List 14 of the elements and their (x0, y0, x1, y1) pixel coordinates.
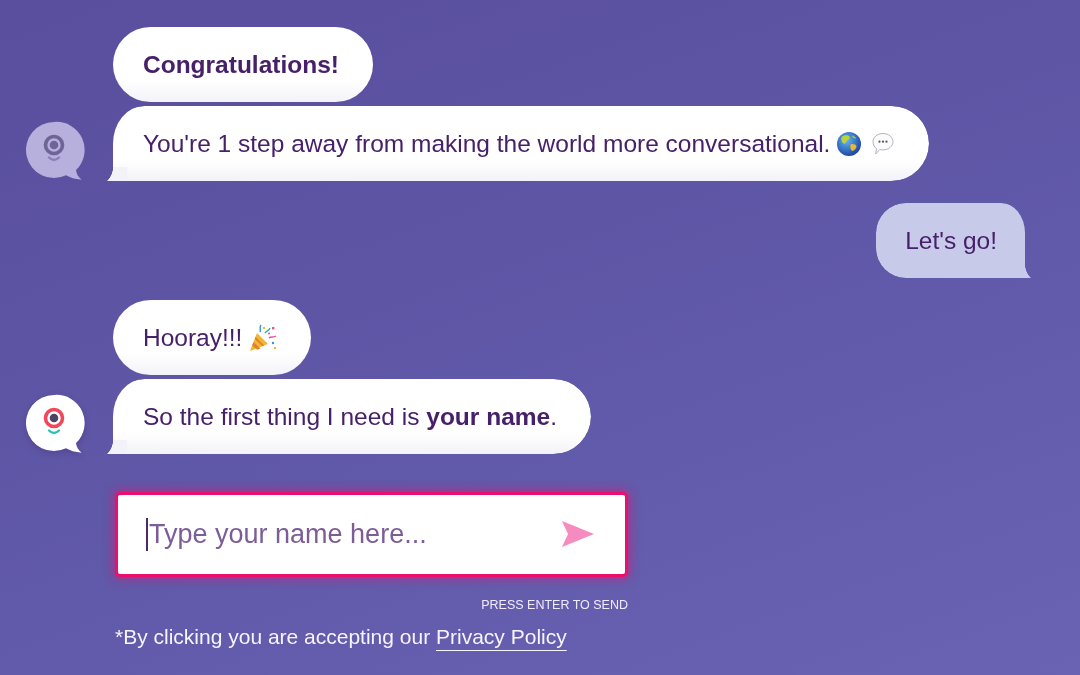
send-hint: PRESS ENTER TO SEND (481, 598, 628, 613)
name-input-field[interactable]: Type your name here... (115, 492, 628, 577)
message-text: Congratulations! (143, 50, 339, 79)
speech-bubble-icon (871, 131, 896, 156)
privacy-policy-link[interactable]: Privacy Policy (436, 625, 567, 648)
globe-icon (837, 131, 862, 156)
party-popper-icon (249, 323, 278, 352)
message-text: You're 1 step away from making the world more conversational. (143, 129, 831, 158)
privacy-notice: *By clicking you are accepting our Privacy Policy (115, 624, 567, 650)
send-icon (562, 521, 594, 547)
message-text: Hooray!!! (143, 323, 243, 352)
message-text: Let's go! (905, 226, 997, 255)
message-text: So the first thing I need is your name. (143, 402, 557, 431)
send-button[interactable] (562, 521, 594, 547)
